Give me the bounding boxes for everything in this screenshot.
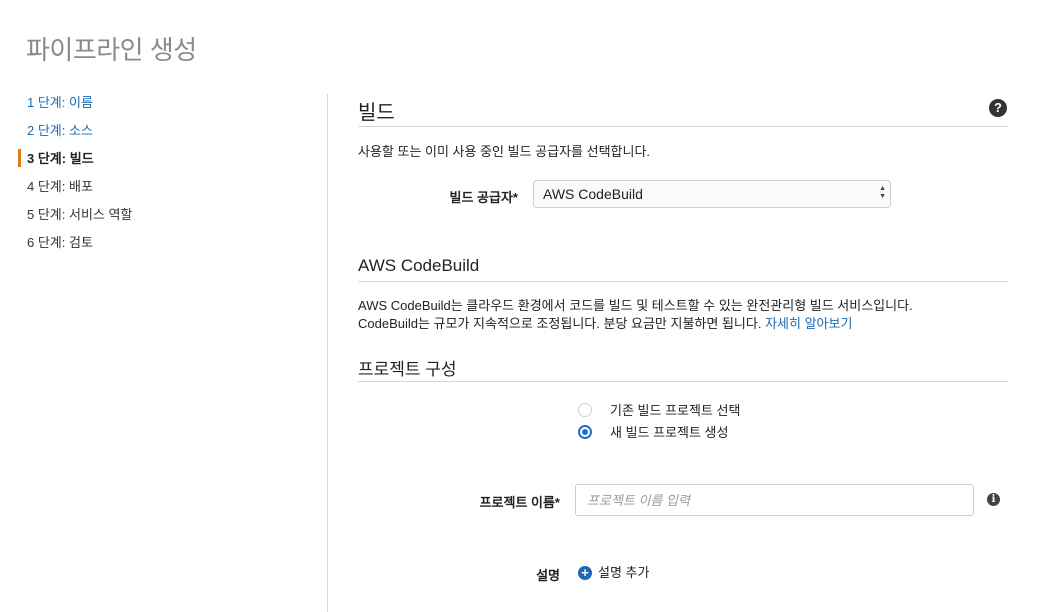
existing-project-radio[interactable]: [578, 403, 592, 417]
project-name-label: 프로젝트 이름*: [479, 495, 560, 510]
codebuild-description-line2: CodeBuild는 규모가 지속적으로 조정됩니다. 분당 요금만 지불하면 …: [358, 313, 852, 332]
codebuild-heading: AWS CodeBuild: [358, 256, 480, 275]
step-3-build-current: 3 단계: 빌드: [18, 149, 318, 177]
build-provider-value: AWS CodeBuild: [543, 186, 643, 202]
add-description-label: 설명 추가: [598, 565, 650, 580]
select-arrows-icon: ▲ ▼: [879, 185, 886, 200]
page-title: 파이프라인 생성: [26, 35, 197, 65]
new-project-label: 새 빌드 프로젝트 생성: [610, 425, 729, 440]
build-section-heading: 빌드: [358, 102, 395, 124]
new-project-radio[interactable]: [578, 425, 592, 439]
plus-circle-icon: +: [578, 566, 592, 580]
build-provider-select[interactable]: AWS CodeBuild ▲ ▼: [533, 180, 891, 208]
question-circle-icon[interactable]: ?: [989, 99, 1007, 117]
build-provider-label: 빌드 공급자*: [449, 190, 518, 205]
project-config-heading: 프로젝트 구성: [358, 360, 457, 379]
step-4-deploy: 4 단계: 배포: [27, 179, 93, 194]
info-icon[interactable]: i: [987, 493, 1000, 506]
codebuild-heading-divider: [358, 281, 1008, 282]
sidebar-divider: [327, 94, 328, 612]
codebuild-description-line1: AWS CodeBuild는 클라우드 환경에서 코드를 빌드 및 테스트할 수…: [358, 298, 913, 313]
project-name-input[interactable]: [575, 484, 974, 516]
build-description: 사용할 또는 이미 사용 중인 빌드 공급자를 선택합니다.: [358, 144, 651, 159]
project-heading-divider: [358, 381, 1008, 382]
step-1-name[interactable]: 1 단계: 이름: [18, 93, 318, 121]
step-5-service-role: 5 단계: 서비스 역할: [27, 207, 133, 222]
step-2-source[interactable]: 2 단계: 소스: [18, 121, 318, 149]
description-label: 설명: [536, 568, 560, 583]
wizard-steps-nav: 1 단계: 이름 2 단계: 소스 3 단계: 빌드 4 단계: 배포 5 단계…: [18, 93, 318, 261]
learn-more-link[interactable]: 자세히 알아보기: [765, 316, 852, 331]
existing-project-label: 기존 빌드 프로젝트 선택: [610, 403, 741, 418]
step-6-review: 6 단계: 검토: [27, 235, 93, 250]
build-heading-divider: [358, 126, 1008, 127]
codebuild-description-text: CodeBuild는 규모가 지속적으로 조정됩니다. 분당 요금만 지불하면 …: [358, 316, 762, 331]
